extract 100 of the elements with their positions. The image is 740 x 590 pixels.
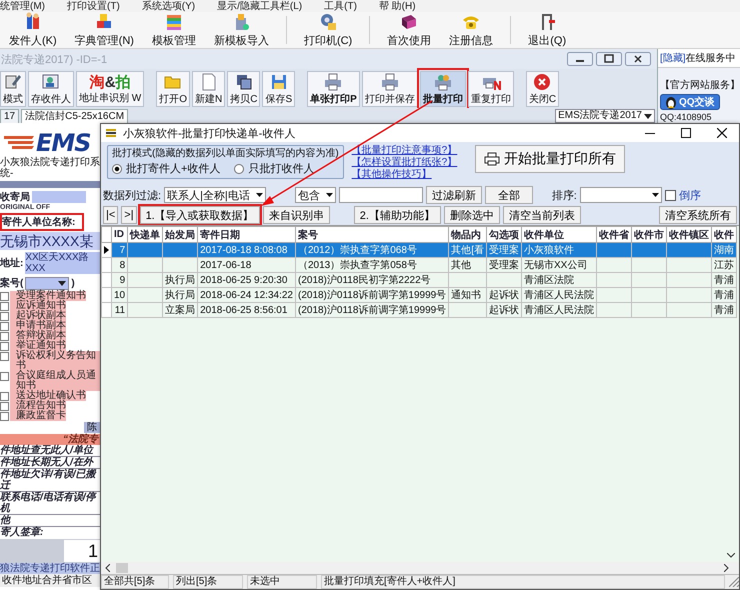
column-header[interactable]: 快递单 (128, 226, 163, 242)
column-dropdown[interactable]: 联系人|全称|电话 (164, 187, 266, 203)
toolbar-button[interactable]: 单张打印P (307, 71, 360, 107)
action-button[interactable]: 2.【辅助功能】 (354, 206, 441, 224)
column-header[interactable]: 案号 (295, 226, 449, 242)
table-row[interactable]: 8 2017-06-18 （2013）崇执查字第058号 其他 受理案 无锡市XX公司 江苏 (102, 258, 736, 272)
checkbox[interactable] (0, 352, 9, 361)
radio-option[interactable]: 批打寄件人+收件人 (112, 161, 220, 176)
column-header[interactable]: 收件省 (596, 226, 632, 242)
refresh-button[interactable]: 过滤刷新 (426, 186, 482, 204)
toolbar-button[interactable]: 拷贝C (227, 71, 260, 107)
action-button[interactable]: 来自识别串 (262, 206, 330, 224)
close-icon (532, 72, 552, 92)
all-button[interactable]: 全部 (484, 186, 533, 204)
checkbox-label: 应诉通知书 (10, 301, 66, 311)
help-link[interactable]: 【怎样设置批打纸张?】 (352, 157, 458, 169)
address-field[interactable]: XX区天XXX路XXX (25, 252, 100, 274)
toolbar-button[interactable]: 字典管理(N) (66, 12, 143, 48)
toolbar-button[interactable]: 首次使用 (378, 12, 440, 48)
checkbox[interactable] (0, 292, 9, 301)
menu-item[interactable]: 系统选项(Y) (142, 2, 196, 12)
column-header[interactable]: 收件单位 (521, 226, 596, 242)
toolbar-button[interactable]: 保存S (262, 71, 296, 107)
start-print-button[interactable]: 开始批量打印所有 (475, 145, 626, 173)
toolbar-button[interactable]: 批量打印 (420, 71, 466, 107)
column-header[interactable]: 收件市 (631, 226, 666, 242)
checkbox-label: 答辩状副本 (10, 331, 66, 341)
column-header[interactable]: 物品内 (448, 226, 486, 242)
menu-item[interactable]: 打印设置(T) (67, 2, 120, 12)
table-row[interactable]: 7 2017-08-18 8:08:08 （2012）崇执查字第068号 其他[看 受理案 小灰狼软件 湖南 (102, 242, 736, 258)
column-header[interactable]: 勾选项 (486, 226, 522, 242)
toolbar-button[interactable]: 打印并保存 (362, 71, 418, 107)
table-row[interactable]: 11 立案局 2018-06-25 8:56:01 (2018)沪0118诉前调字第19999号 起诉状 青浦区人民法院 青浦 (102, 302, 736, 318)
table-cell: (2018)沪0118诉前调字第19999号 (295, 302, 449, 318)
action-button[interactable]: 删除选中 (444, 206, 500, 224)
checkbox[interactable] (0, 332, 9, 341)
checkbox[interactable] (0, 322, 9, 331)
nav-button[interactable]: |< (103, 206, 118, 224)
horizontal-scrollbar[interactable] (101, 562, 739, 574)
toolbar-button[interactable]: 模式 (0, 71, 26, 107)
table-cell: 执行局 (162, 272, 198, 288)
qq-chat-button[interactable]: QQ交谈 (660, 94, 720, 110)
menu-item[interactable]: 统管理(M) (0, 2, 45, 12)
action-button[interactable]: 清空系统所有 (659, 206, 737, 224)
scrollbar-thumb[interactable] (116, 563, 128, 573)
maximize-icon (681, 128, 691, 138)
checkbox[interactable] (0, 402, 9, 411)
filter-field[interactable] (338, 187, 423, 203)
menu-item[interactable]: 显示/隐藏工具栏(L) (217, 2, 302, 12)
toolbar-button[interactable]: 淘&拍 地址串识别 W (76, 71, 144, 107)
column-header[interactable]: 寄件日期 (198, 226, 296, 242)
printer-icon (484, 152, 500, 166)
toolbar-button[interactable]: 注册信息 (440, 12, 502, 48)
checkbox[interactable] (0, 342, 9, 351)
checkbox-label: 合议庭组成人员通知书 (10, 371, 100, 391)
toolbar-button[interactable]: 重复打印 (468, 71, 514, 107)
table-cell: 受理案 (486, 258, 522, 272)
sender-field[interactable]: 无锡市XXXX某 (0, 232, 100, 250)
menu-item[interactable]: 帮 助(H) (378, 2, 416, 12)
tab[interactable]: 法院信封C5-25x16CM (21, 109, 128, 123)
column-header[interactable]: 收件 (711, 226, 736, 242)
radio-option[interactable]: 只批打收件人 (234, 161, 314, 176)
nav-button[interactable]: >| (121, 206, 137, 224)
action-button[interactable]: 清空当前列表 (502, 206, 581, 224)
checkbox[interactable] (0, 312, 9, 321)
toolbar-button[interactable]: 新模板导入 (204, 12, 278, 48)
field-label: 寄人签章: (0, 527, 44, 538)
operator-dropdown[interactable]: 包含 (294, 187, 336, 203)
tab[interactable]: 17 (0, 109, 20, 123)
checkbox[interactable] (0, 392, 9, 401)
footer-text: 狼法院专递打印软件正 (0, 563, 100, 574)
checkbox[interactable] (0, 302, 9, 311)
menu-item[interactable]: 工具(T) (324, 2, 357, 12)
table-row[interactable]: 9 执行局 2018-06-25 9:20:30 (2018)沪0118民初字第2222号 青浦区法院 青浦 (102, 272, 736, 288)
table-row[interactable]: 10 执行局 2018-06-24 12:34:22 (2018)沪0118诉前调字第19999号 通知书 起诉状 青浦区人民法院 青浦 (102, 288, 736, 302)
reverse-checkbox[interactable]: 倒序 (664, 188, 701, 202)
section-title: 【官方网站服务】 (659, 78, 740, 92)
toolbar-button[interactable]: 退出(Q) (519, 12, 576, 48)
table-cell: 小灰狼软件 (521, 242, 596, 258)
help-link[interactable]: 【其他操作技巧】 (352, 169, 458, 181)
input-field[interactable] (32, 191, 86, 203)
hide-link[interactable]: [隐藏] (660, 51, 686, 65)
checkbox-label: 申请书副本 (10, 321, 66, 331)
sort-dropdown[interactable] (580, 187, 662, 203)
template-dropdown[interactable]: EMS法院专递2017 (555, 109, 655, 123)
toolbar-button[interactable]: 存收件人 (28, 71, 74, 107)
column-header[interactable]: 收件镇区 (666, 226, 712, 242)
column-header[interactable]: ID (112, 226, 128, 242)
action-button[interactable]: 1.【导入或获取数据】 (140, 206, 260, 224)
toolbar-button[interactable]: 新建N (192, 71, 226, 107)
case-dropdown[interactable] (25, 276, 70, 290)
toolbar-button[interactable]: 打印机(C) (294, 12, 362, 48)
toolbar-button[interactable]: 模板管理 (142, 12, 205, 48)
checkbox[interactable] (0, 372, 9, 381)
filter-label: 数据列过滤: (103, 188, 162, 202)
column-header[interactable]: 始发局 (162, 226, 198, 242)
checkbox[interactable] (0, 412, 9, 421)
toolbar-button[interactable]: 打开O (156, 71, 190, 107)
toolbar-button[interactable]: 发件人(K) (0, 12, 66, 48)
toolbar-button[interactable]: 关闭C (526, 71, 560, 107)
